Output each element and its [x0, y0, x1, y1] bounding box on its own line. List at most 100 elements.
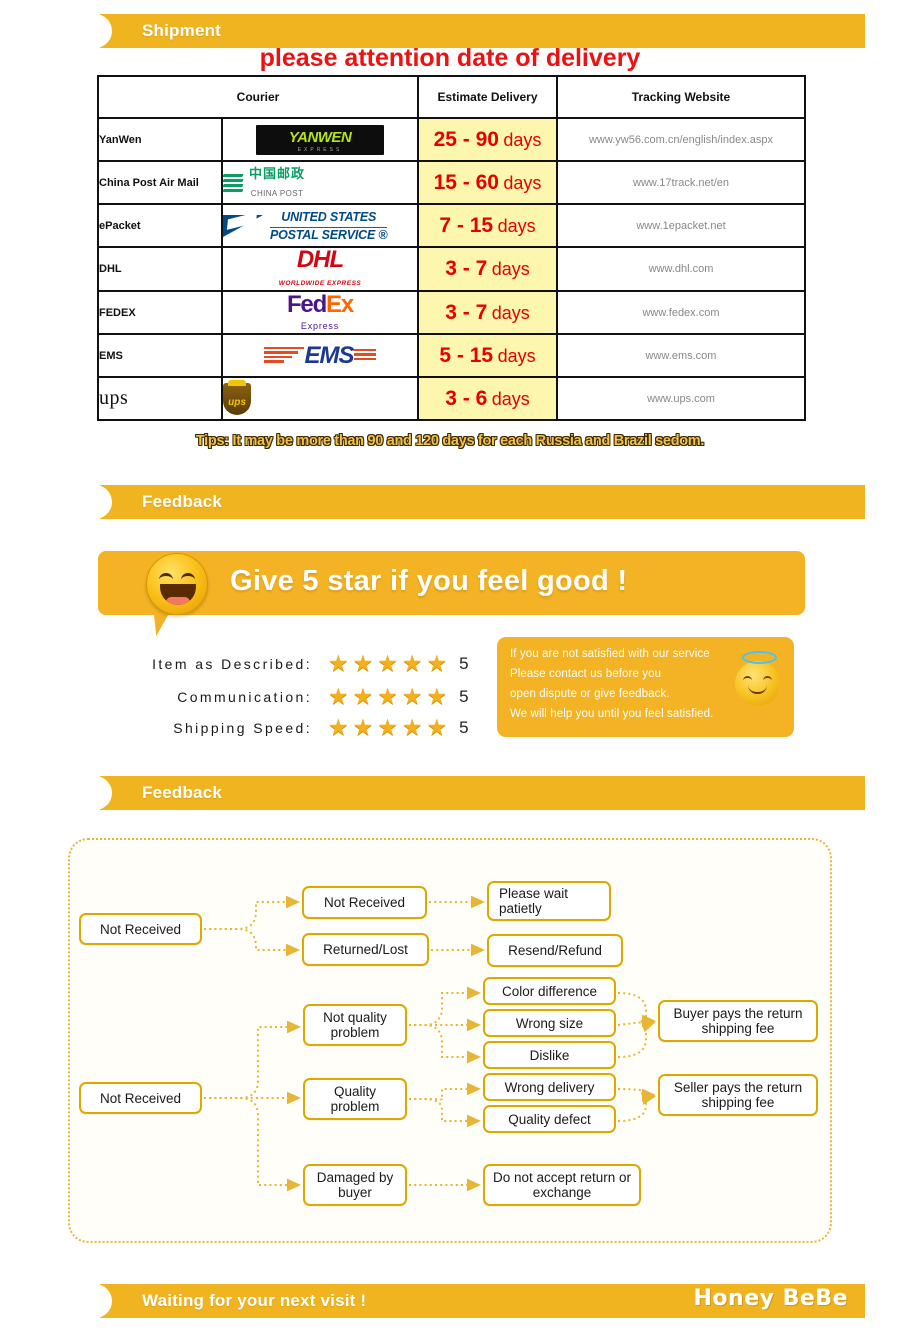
eta-unit: days: [491, 388, 530, 409]
footer-banner-label: Waiting for your next visit !: [142, 1291, 367, 1310]
table-row: ePacket UNITED STATES POSTAL SERVICE ® 7…: [97, 203, 806, 248]
table-row: ups ups 3 - 6 days www.ups.com: [97, 376, 806, 421]
flow-box-returned-lost: Returned/Lost: [302, 933, 429, 966]
courier-logo-cell: 中国邮政 CHINA POST: [221, 160, 419, 205]
flow-box-not-received-root2: Not Received: [79, 1082, 202, 1114]
dhl-logo-sub: WORLDWIDE EXPRESS: [278, 280, 362, 287]
ems-logo-text: EMS: [304, 341, 354, 369]
yanwen-logo-sub: EXPRESS: [297, 146, 343, 153]
eta-range: 7 - 15: [439, 213, 494, 237]
eta-range: 3 - 7: [445, 300, 488, 324]
star-icon: ★: [328, 650, 349, 676]
courier-logo-cell: UNITED STATES POSTAL SERVICE ®: [221, 203, 419, 248]
flow-box-color-difference: Color difference: [483, 977, 616, 1005]
ems-logo: EMS: [223, 342, 417, 370]
table-header-row: Courier Estimate Delivery Tracking Websi…: [97, 75, 806, 119]
star-rating[interactable]: ★ ★ ★ ★ ★: [328, 716, 447, 739]
star-icon: ★: [377, 650, 398, 676]
give-star-text: Give 5 star if you feel good !: [230, 565, 628, 597]
eta-unit: days: [503, 129, 542, 150]
star-icon: ★: [426, 714, 448, 740]
eta-cell: 3 - 7 days: [417, 246, 558, 292]
rating-value: 5: [459, 686, 469, 706]
star-icon: ★: [426, 683, 448, 709]
eta-cell: 3 - 7 days: [417, 290, 558, 335]
flow-box-seller-pays: Seller pays the return shipping fee: [658, 1074, 818, 1116]
table-row: YanWen YANWEN EXPRESS 25 - 90 days www.y…: [97, 117, 806, 162]
star-icon: ★: [352, 714, 374, 740]
header-tracking-website: Tracking Website: [556, 75, 806, 119]
feedback-banner-2-label: Feedback: [142, 783, 223, 802]
table-row: EMS EMS 5 - 15 days www.ems.com: [97, 333, 806, 378]
smiley-eye-right: [181, 573, 195, 581]
fedex-logo-fed: Fed: [286, 290, 327, 318]
fedex-logo: FedEx Express: [286, 290, 354, 333]
eta-range: 5 - 15: [439, 343, 494, 367]
eta-unit: days: [497, 215, 536, 236]
ems-bars-right-icon: [353, 348, 376, 363]
page-title: please attention date of delivery: [259, 44, 641, 72]
rating-label: Item as Described:: [152, 655, 312, 672]
courier-name: FEDEX: [97, 290, 223, 335]
shipping-table: Courier Estimate Delivery Tracking Websi…: [97, 75, 806, 421]
eta-cell: 3 - 6 days: [417, 376, 558, 421]
ups-logo-text: ups: [228, 396, 246, 408]
feedback-banner-1: Feedback: [88, 485, 865, 519]
table-row: China Post Air Mail 中国邮政 CHINA POST 15 -…: [97, 160, 806, 205]
flow-box-dislike: Dislike: [483, 1041, 616, 1069]
tracking-site[interactable]: www.17track.net/en: [556, 160, 806, 205]
eta-unit: days: [491, 302, 530, 323]
tracking-site[interactable]: www.fedex.com: [556, 290, 806, 335]
angel-eye-left: [743, 676, 752, 682]
ems-bars-left-icon: [264, 346, 305, 365]
eta-unit: days: [491, 259, 530, 279]
tracking-site[interactable]: www.1epacket.net: [556, 203, 806, 248]
shipment-banner: Shipment: [88, 14, 865, 48]
fedex-logo-ex: Ex: [326, 290, 354, 318]
courier-name: ups: [97, 376, 223, 421]
courier-logo-cell: FedEx Express: [221, 290, 419, 335]
feedback-banner-1-label: Feedback: [142, 492, 223, 511]
usps-logo-line1: UNITED STATES: [281, 209, 377, 224]
smiley-face-icon: [146, 553, 208, 615]
bubble-tail: [153, 612, 173, 636]
courier-logo-cell: DHL WORLDWIDE EXPRESS: [221, 246, 419, 292]
usps-logo-line2: POSTAL SERVICE ®: [270, 226, 388, 242]
tracking-site[interactable]: www.ups.com: [556, 376, 806, 421]
star-rating[interactable]: ★ ★ ★ ★ ★: [328, 685, 447, 708]
angel-eye-right: [763, 676, 772, 682]
rating-value: 5: [459, 717, 469, 737]
tracking-site[interactable]: www.dhl.com: [556, 246, 806, 292]
tracking-site[interactable]: www.ems.com: [556, 333, 806, 378]
courier-name: EMS: [97, 333, 223, 378]
courier-logo-cell: YANWEN EXPRESS: [221, 117, 419, 162]
table-row: FEDEX FedEx Express 3 - 7 days www.fedex…: [97, 290, 806, 335]
eta-range: 3 - 7: [445, 257, 488, 280]
courier-name: YanWen: [97, 117, 223, 162]
table-row: DHL DHL WORLDWIDE EXPRESS 3 - 7 days www…: [97, 246, 806, 292]
rating-row: Communication: ★ ★ ★ ★ ★ 5: [100, 685, 469, 708]
flow-box-no-return: Do not accept return or exchange: [483, 1164, 641, 1206]
flow-box-wrong-size: Wrong size: [483, 1009, 616, 1037]
rating-value: 5: [459, 653, 469, 673]
star-rating[interactable]: ★ ★ ★ ★ ★: [328, 652, 447, 675]
eta-range: 3 - 6: [445, 386, 488, 410]
flow-box-quality-defect: Quality defect: [483, 1105, 616, 1133]
chinapost-logo-cn: 中国邮政: [249, 165, 306, 181]
usps-logo: UNITED STATES POSTAL SERVICE ®: [223, 208, 417, 244]
star-icon: ★: [328, 683, 349, 709]
eta-unit: days: [503, 172, 542, 193]
courier-logo-cell: EMS: [221, 333, 419, 378]
courier-logo-cell: ups: [221, 376, 419, 421]
notice-line: We will help you until you feel satisfie…: [510, 708, 714, 720]
flow-box-not-received: Not Received: [302, 886, 427, 919]
eta-range: 15 - 60: [433, 170, 499, 194]
angel-smiley-icon: [735, 651, 780, 706]
flow-box-not-received-root1: Not Received: [79, 913, 202, 945]
shipping-tips: Tips: It may be more than 90 and 120 day…: [195, 433, 705, 449]
eta-unit: days: [497, 345, 536, 366]
eta-cell: 25 - 90 days: [417, 117, 558, 162]
tracking-site[interactable]: www.yw56.com.cn/english/index.aspx: [556, 117, 806, 162]
yanwen-logo: YANWEN EXPRESS: [256, 124, 384, 155]
star-icon: ★: [352, 650, 374, 676]
